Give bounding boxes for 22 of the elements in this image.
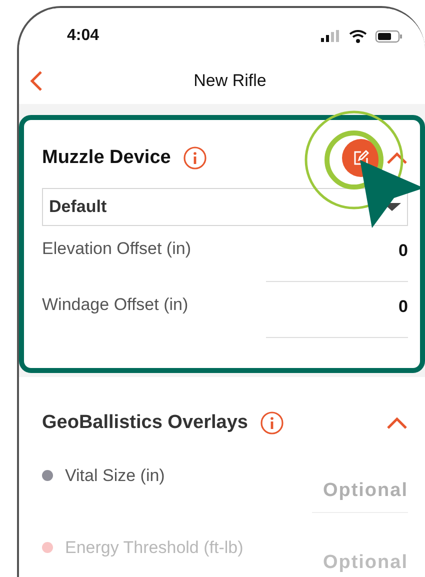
section-title: Muzzle Device (42, 146, 171, 170)
value-field[interactable]: 0 (266, 292, 408, 338)
chevron-up-icon[interactable] (386, 151, 408, 165)
field-label: Elevation Offset (in) (42, 238, 191, 260)
wifi-icon (349, 30, 367, 42)
chevron-up-icon[interactable] (386, 416, 408, 430)
battery-icon (375, 30, 403, 42)
info-icon[interactable] (260, 411, 284, 435)
value-field[interactable]: Optional (312, 469, 408, 513)
signal-icon (321, 30, 341, 42)
clock-time: 4:04 (67, 26, 100, 46)
back-chevron-icon[interactable] (29, 70, 43, 92)
page-title: New Rifle (192, 70, 266, 92)
section-title: GeoBallistics Overlays (42, 410, 248, 435)
value-field[interactable]: Optional (312, 541, 408, 577)
edit-icon (352, 149, 370, 167)
value-field[interactable]: 0 (266, 236, 408, 282)
info-icon[interactable] (182, 146, 207, 170)
field-label: Windage Offset (in) (42, 294, 188, 316)
field-label: Vital Size (in) (65, 465, 165, 487)
field-label: Energy Threshold (ft-lb) (65, 537, 244, 559)
device-dropdown[interactable]: Default (42, 188, 408, 226)
